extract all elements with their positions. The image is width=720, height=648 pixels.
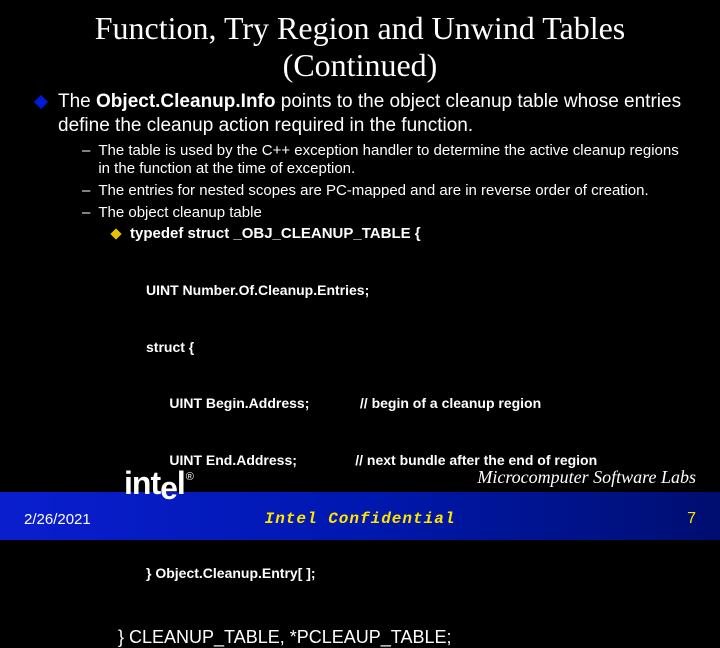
t-bold: typedef struct _OBJ_CLEANUP_TABLE { <box>130 225 421 242</box>
dash-bullet-icon: – <box>82 204 90 223</box>
t: The <box>58 91 96 112</box>
sub-bullets: – The table is used by the C++ exception… <box>82 142 690 244</box>
code-line: UINT Begin.Address; // begin of a cleanu… <box>146 394 690 413</box>
bullet-level-1: The Object.Cleanup.Info points to the ob… <box>36 90 690 138</box>
t-bold: Object.Cleanup.Info <box>96 91 275 112</box>
code-line: struct { <box>146 338 690 357</box>
slide-title: Function, Try Region and Unwind Tables (… <box>0 0 720 90</box>
bullet-level-3: typedef struct _OBJ_CLEANUP_TABLE { <box>112 225 690 244</box>
bullet-level-2: – The object cleanup table <box>82 204 690 223</box>
logo-part: int <box>124 465 160 501</box>
slide-date: 2/26/2021 <box>24 511 91 528</box>
code-closer: } CLEANUP_TABLE, *PCLEAUP_TABLE; <box>118 627 690 648</box>
t: The object cleanup table <box>98 204 261 223</box>
t: The table is used by the C++ exception h… <box>98 142 690 180</box>
t: typedef struct _OBJ_CLEANUP_TABLE { <box>130 225 421 244</box>
intel-logo: intel® <box>124 465 192 502</box>
code-line: UINT Number.Of.Cleanup.Entries; <box>146 281 690 300</box>
slide-footer: Microcomputer Software Labs intel® 2/26/… <box>0 460 720 540</box>
logo-dropped-e: e <box>160 470 177 506</box>
bullet-text: The Object.Cleanup.Info points to the ob… <box>58 90 690 138</box>
lab-name: Microcomputer Software Labs <box>477 467 696 488</box>
code-block: UINT Number.Of.Cleanup.Entries; struct {… <box>146 243 690 621</box>
registered-icon: ® <box>186 471 193 483</box>
logo-part: l <box>177 465 185 501</box>
slide-body: The Object.Cleanup.Info points to the ob… <box>0 90 720 648</box>
code-line: } Object.Cleanup.Entry[ ]; <box>146 564 690 583</box>
bullet-level-2: – The table is used by the C++ exception… <box>82 142 690 180</box>
page-number: 7 <box>687 510 696 528</box>
dash-bullet-icon: – <box>82 142 90 161</box>
t: The entries for nested scopes are PC-map… <box>98 182 648 201</box>
dash-bullet-icon: – <box>82 182 90 201</box>
diamond-bullet-icon <box>34 95 48 109</box>
diamond-small-icon <box>110 228 121 239</box>
bullet-level-2: – The entries for nested scopes are PC-m… <box>82 182 690 201</box>
confidential-label: Intel Confidential <box>265 510 456 528</box>
